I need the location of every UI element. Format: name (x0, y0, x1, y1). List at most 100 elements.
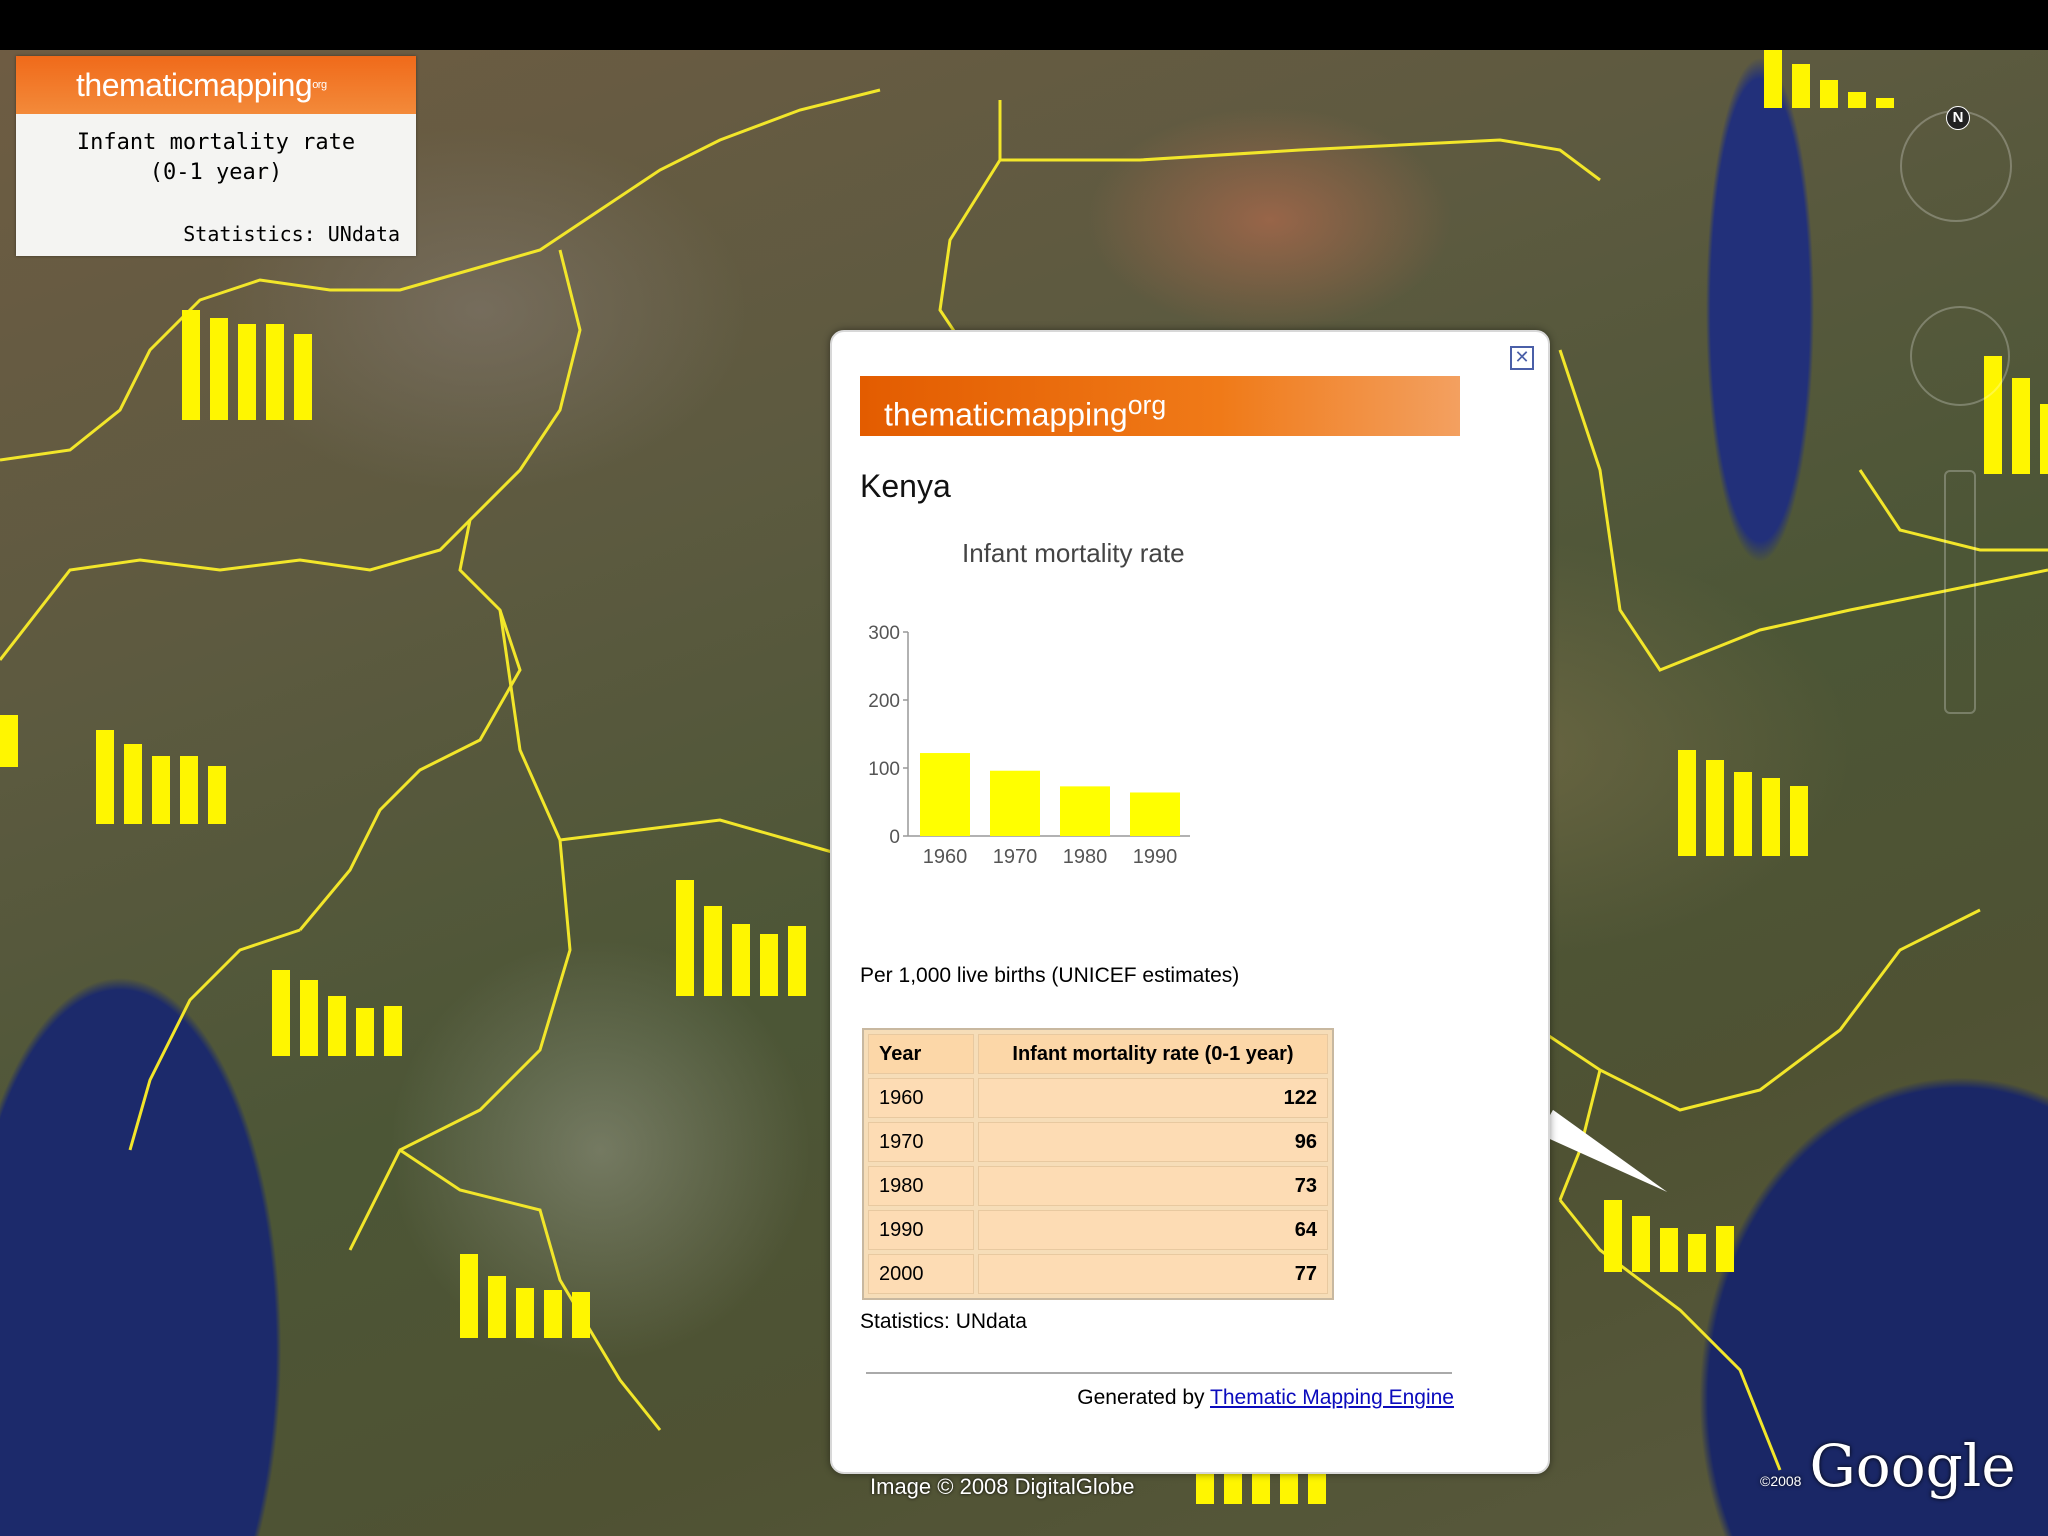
table-row: 2000 77 (868, 1254, 1328, 1294)
map-bar-group[interactable] (1604, 1200, 1734, 1272)
map-bar (1604, 1200, 1622, 1272)
chart-title: Infant mortality rate (962, 538, 1185, 568)
map-bar-group[interactable] (460, 1254, 590, 1338)
data-table: Year Infant mortality rate (0-1 year) 19… (862, 1028, 1334, 1300)
legend-brand-sup: org (312, 79, 327, 91)
table-header-rate: Infant mortality rate (0-1 year) (978, 1034, 1328, 1074)
legend-title-line2: (0-1 year) (149, 160, 283, 185)
thematic-mapping-engine-link[interactable]: Thematic Mapping Engine (1210, 1386, 1454, 1409)
legend-title: Infant mortality rate (0-1 year) (16, 128, 416, 188)
map-bar (384, 1006, 402, 1056)
map-bar-group[interactable] (0, 715, 18, 767)
compass-north-icon[interactable]: N (1946, 106, 1970, 130)
map-bar (1764, 50, 1782, 108)
map-bar-group[interactable] (96, 730, 226, 824)
map-bar (788, 926, 806, 996)
x-tick-label: 1990 (1133, 846, 1178, 868)
divider (866, 1372, 1452, 1374)
map-bar (238, 324, 256, 420)
map-bar (300, 980, 318, 1056)
map-bar (1876, 98, 1894, 108)
popup-statistics-source: Statistics: UNdata (860, 1310, 1027, 1333)
table-row: 1960 122 (868, 1078, 1328, 1118)
popup-brand-sup: org (1127, 390, 1167, 420)
map-bar (732, 924, 750, 996)
table-cell-year: 1970 (868, 1122, 974, 1162)
y-tick-label: 0 (889, 827, 900, 848)
map-bar (1792, 64, 1810, 108)
map-bar (544, 1290, 562, 1338)
table-cell-year: 2000 (868, 1254, 974, 1294)
map-bar (210, 318, 228, 420)
popup-brand-text: thematicmapping (884, 396, 1128, 433)
table-cell-value: 122 (978, 1078, 1328, 1118)
map-bar (1688, 1234, 1706, 1272)
map-bar (1790, 786, 1808, 856)
table-cell-year: 1990 (868, 1210, 974, 1250)
table-header-row: Year Infant mortality rate (0-1 year) (868, 1034, 1328, 1074)
table-cell-value: 96 (978, 1122, 1328, 1162)
map-bar (704, 906, 722, 996)
map-bar (1280, 1470, 1298, 1504)
map-bar (152, 756, 170, 824)
map-bar (488, 1276, 506, 1338)
map-bar (2040, 404, 2048, 474)
map-bar (1848, 92, 1866, 108)
map-bar (1660, 1228, 1678, 1272)
close-icon[interactable]: ✕ (1510, 346, 1534, 370)
chart-bar (920, 753, 970, 836)
look-control[interactable] (1910, 306, 2010, 406)
x-tick-label: 1980 (1063, 846, 1108, 868)
map-bar (1252, 1470, 1270, 1504)
google-copyright-year: ©2008 (1760, 1473, 1802, 1489)
map-bar (124, 744, 142, 824)
map-bar (1762, 778, 1780, 856)
top-bar (0, 0, 2048, 50)
google-logo-text: Google (1809, 1432, 2016, 1500)
map-bar (516, 1288, 534, 1338)
table-cell-value: 64 (978, 1210, 1328, 1250)
country-name: Kenya (860, 468, 951, 504)
map-bar (356, 1008, 374, 1056)
x-tick-label: 1960 (923, 846, 968, 868)
generated-by-prefix: Generated by (1077, 1386, 1205, 1409)
map-bar-group[interactable] (272, 970, 402, 1056)
map-bar (182, 310, 200, 420)
legend-brand-text: thematicmapping (76, 67, 313, 103)
map-bar (2012, 378, 2030, 474)
map-bar (1734, 772, 1752, 856)
map-bar (0, 715, 18, 767)
map-bar-group[interactable] (182, 310, 312, 420)
legend-brand-logo: thematicmappingorg (16, 56, 416, 114)
map-bar (1224, 1470, 1242, 1504)
map-bar-group[interactable] (1196, 1470, 1326, 1504)
compass-ring[interactable]: N (1900, 106, 2012, 222)
map-bar-group[interactable] (676, 880, 806, 996)
generated-by: Generated by Thematic Mapping Engine (1077, 1386, 1454, 1410)
chart-bar (1060, 786, 1110, 836)
map-legend: thematicmappingorg Infant mortality rate… (16, 56, 416, 256)
popup-brand-logo: thematicmappingorg (860, 376, 1460, 436)
y-tick-label: 300 (868, 623, 900, 644)
map-bar-group[interactable] (1764, 50, 1894, 108)
map-bar (180, 756, 198, 824)
table-cell-year: 1980 (868, 1166, 974, 1206)
table-row: 1990 64 (868, 1210, 1328, 1250)
map-bar-group[interactable] (1678, 750, 1808, 856)
map-bar (1820, 80, 1838, 108)
map-bar (1716, 1226, 1734, 1272)
x-tick-label: 1970 (993, 846, 1038, 868)
map-bar (328, 996, 346, 1056)
table-header-year: Year (868, 1034, 974, 1074)
map-bar (266, 324, 284, 420)
map-bar (1678, 750, 1696, 856)
zoom-slider[interactable] (1944, 470, 1976, 714)
table-row: 1980 73 (868, 1166, 1328, 1206)
chart-bar (1130, 792, 1180, 836)
imagery-credit: Image © 2008 DigitalGlobe (870, 1474, 1135, 1499)
map-bar (96, 730, 114, 824)
bar-chart: 010020030019601970198019902000 (868, 623, 1190, 868)
table-cell-value: 73 (978, 1166, 1328, 1206)
table-cell-value: 77 (978, 1254, 1328, 1294)
legend-statistics-source: Statistics: UNdata (183, 222, 400, 246)
